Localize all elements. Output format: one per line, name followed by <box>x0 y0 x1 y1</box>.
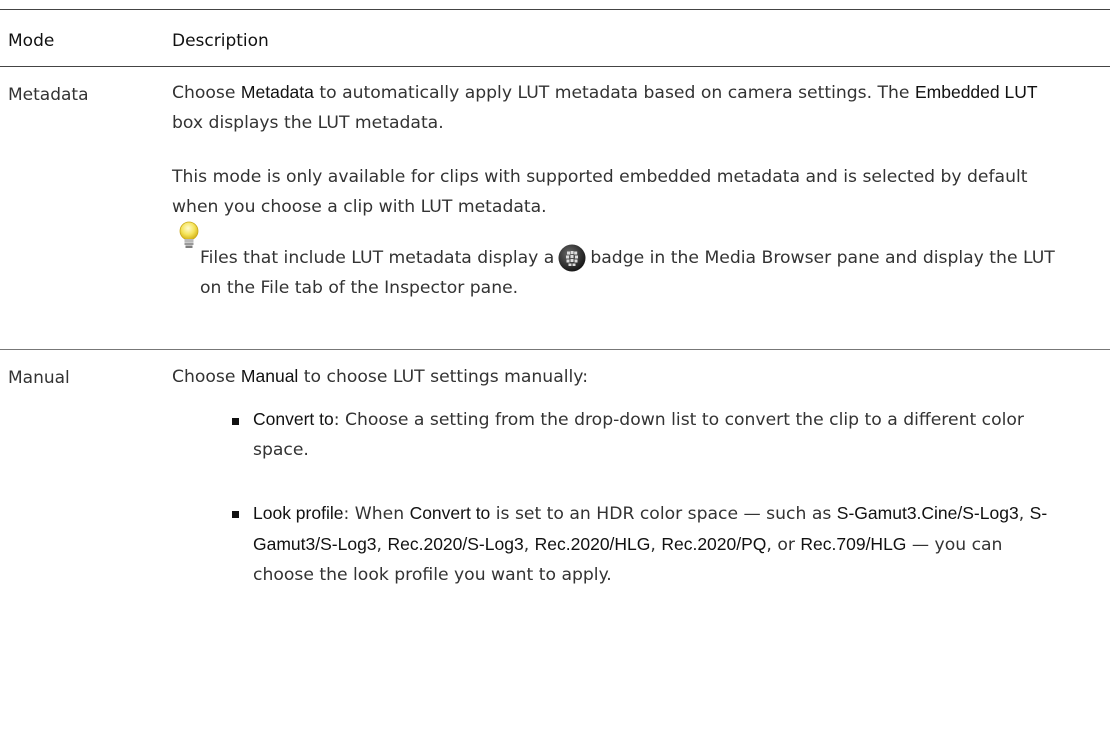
lightbulb-icon <box>178 221 200 255</box>
row-divider <box>0 349 1110 350</box>
convert-to-ref: Convert to <box>409 503 491 523</box>
metadata-description: Choose Metadata to automatically apply L… <box>172 82 1038 133</box>
metadata-term: Metadata <box>240 82 314 102</box>
row-mode-metadata: Metadata <box>8 85 89 105</box>
header-bottom-rule <box>0 66 1110 67</box>
lut-badge-icon <box>558 244 586 272</box>
table-top-rule <box>0 9 1110 10</box>
metadata-availability-note: This mode is only available for clips wi… <box>172 167 1028 217</box>
bullet-marker <box>232 418 239 425</box>
embedded-lut-term: Embedded LUT <box>914 82 1038 102</box>
manual-description: Choose Manual to choose LUT settings man… <box>172 366 588 387</box>
convert-to-term: Convert to <box>253 409 334 429</box>
color-space-rec2020-slog3: Rec.2020/S-Log3 <box>387 534 524 554</box>
bullet-convert-to: Convert to: Choose a setting from the dr… <box>253 409 1024 460</box>
bullet-marker <box>232 511 239 518</box>
color-space-sgamut3-cine-slog3: S-Gamut3.Cine/S-Log3 <box>836 503 1019 523</box>
color-space-rec709-hlg: Rec.709/HLG <box>800 534 907 554</box>
manual-term: Manual <box>240 366 299 386</box>
color-space-rec2020-pq: Rec.2020/PQ <box>661 534 767 554</box>
header-description: Description <box>172 31 269 51</box>
bullet-look-profile: Look profile: When Convert to is set to … <box>253 503 1048 585</box>
color-space-rec2020-hlg: Rec.2020/HLG <box>534 534 651 554</box>
look-profile-term: Look profile <box>253 503 344 523</box>
row-mode-manual: Manual <box>8 368 70 388</box>
metadata-tip: Files that include LUT metadata display … <box>200 243 1080 303</box>
header-mode: Mode <box>8 31 55 51</box>
